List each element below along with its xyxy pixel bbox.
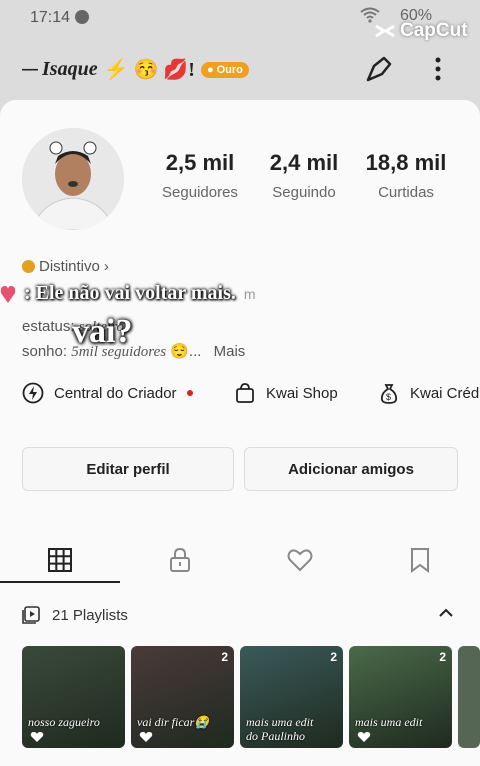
stat-value: 2,5 mil [165,150,235,175]
avatar-photo [22,128,124,230]
profile-top-bar: — Isaque ⚡ 😚 💋! ● Ouro [0,50,480,90]
more-options-icon[interactable] [428,52,448,86]
playlist-caption: mais uma edit [246,715,314,729]
distintivo-label: Distintivo [39,258,100,275]
playlist-thumbnail-partial[interactable] [458,646,480,748]
username-prefix: — [22,60,38,78]
avatar[interactable] [22,128,124,230]
username-emojis: ⚡ 😚 💋! [103,59,195,81]
heart-icon [30,732,44,742]
tab-private[interactable] [120,537,240,583]
stat-followers[interactable]: 2,5 mil Seguidores [150,150,250,201]
notification-dot [186,390,193,396]
bookmark-icon [411,548,429,573]
tab-saved[interactable] [360,537,480,583]
playlist-thumbnail[interactable]: nosso zagueiro [22,646,125,748]
broken-heart-icon [0,285,16,303]
lyric-big-word: vai? [72,313,133,350]
tool-creator-center[interactable]: Central do Criador [22,382,193,404]
stat-likes[interactable]: 18,8 mil Curtidas [356,150,456,201]
stat-value: 2,4 mil [269,150,339,175]
lyric-text: : Ele não vai voltar mais. [24,282,236,304]
bio-dream: sonho: 5mil seguidores 😌... Mais [22,342,245,361]
chevron-right-icon: › [103,258,109,275]
chevron-up-icon[interactable] [438,606,454,620]
badge-label: Ouro [216,63,243,76]
tool-kwai-shop[interactable]: Kwai Shop [234,382,338,404]
playlist-count: 2 [330,650,337,664]
share-icon[interactable] [362,52,396,86]
username-text: Isaque [42,58,98,80]
stat-value: 18,8 mil [365,150,447,175]
capcut-watermark: CapCut [374,20,468,42]
active-tab-indicator [0,581,120,583]
lock-icon [170,547,190,572]
stat-following[interactable]: 2,4 mil Seguindo [254,150,354,201]
creator-tools-row: Central do Criador Kwai Shop $ Kwai Créd [0,382,480,412]
playlist-icon [22,606,40,624]
bio-status-label: estatus: [22,318,75,335]
playlist-thumbnail[interactable]: 2 mais uma edit do Paulinho [240,646,343,748]
stat-label: Seguindo [272,184,336,201]
bio-dream-suffix: 😌... [170,343,202,360]
bolt-circle-icon [22,382,44,404]
playlists-header[interactable]: 21 Playlists [22,600,462,630]
playlist-count: 2 [439,650,446,664]
stat-label: Seguidores [162,184,238,201]
status-time: 17:14 [30,9,71,26]
stat-label: Curtidas [378,184,434,201]
bio-dream-label: sonho: [22,343,68,360]
playlist-caption: nosso zagueiro [28,715,100,729]
playlist-caption: vai dir ficar😭 [137,715,210,729]
playlist-thumbnails: nosso zagueiro 2 vai dir ficar😭 2 mais u… [22,646,480,748]
heart-icon [287,549,313,572]
playlist-count: 2 [221,650,228,664]
distintivo-link[interactable]: Distintivo › [22,258,109,275]
tool-label: Central do Criador [54,384,177,402]
svg-text:$: $ [386,392,391,402]
coin-icon: ● [206,63,214,76]
playlist-caption: mais uma edit [355,715,423,729]
notification-icon [75,10,89,24]
playlists-title: 21 Playlists [52,606,128,624]
level-badge[interactable]: ● Ouro [200,61,249,78]
tool-label: Kwai Shop [266,384,338,402]
content-tabs [0,537,480,583]
watermark-text: CapCut [400,20,468,41]
playlist-thumbnail[interactable]: 2 vai dir ficar😭 [131,646,234,748]
grid-icon [48,548,72,572]
tool-kwai-credit[interactable]: $ Kwai Créd [378,382,479,404]
username: — Isaque ⚡ 😚 💋! ● Ouro [22,57,249,82]
playlist-caption-line2: do Paulinho [246,729,305,743]
money-bag-icon: $ [380,384,398,404]
bio-more-link[interactable]: Mais [214,343,246,360]
lyric-overlay: : Ele não vai voltar mais. m [0,282,256,305]
add-friends-button[interactable]: Adicionar amigos [244,447,458,491]
capcut-logo-icon [375,24,395,38]
edit-profile-button[interactable]: Editar perfil [22,447,234,491]
tab-grid[interactable] [0,537,120,583]
heart-icon [139,732,153,742]
tab-liked[interactable] [240,537,360,583]
shopping-bag-icon [236,383,254,403]
lyric-ghost-tail: m [243,285,256,302]
playlist-thumbnail[interactable]: 2 mais uma edit [349,646,452,748]
coin-icon [22,260,35,273]
tool-label: Kwai Créd [410,384,480,402]
heart-icon [357,732,371,742]
